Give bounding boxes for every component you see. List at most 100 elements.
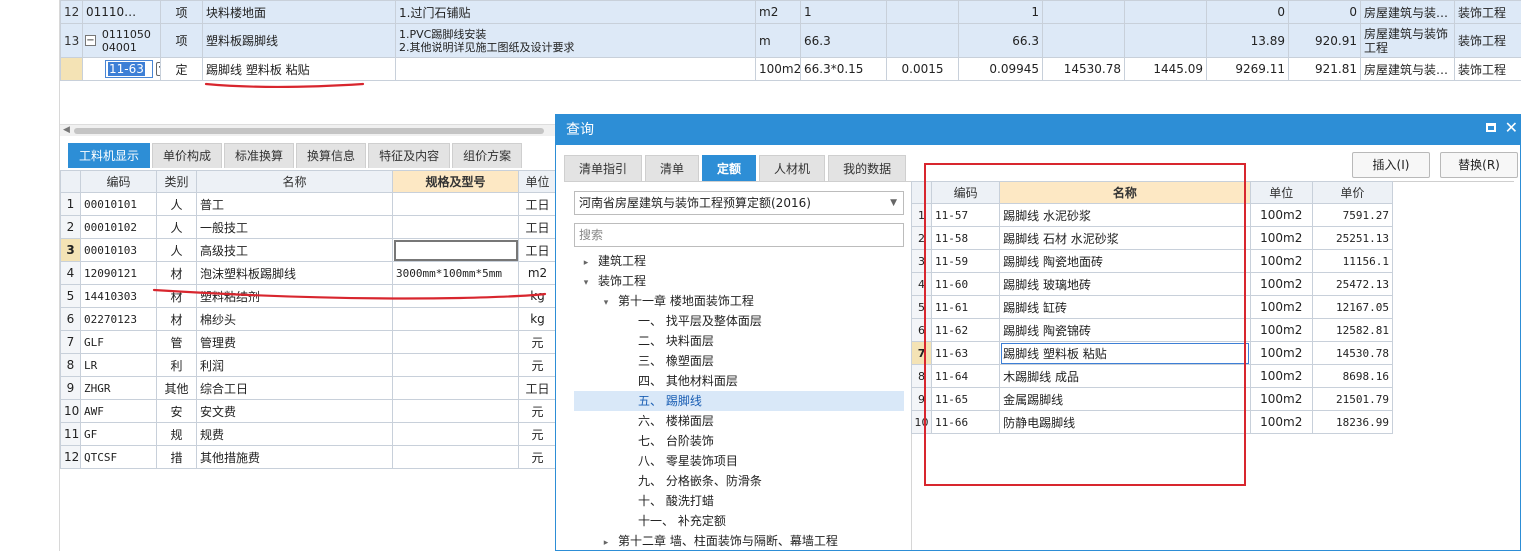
work-cell[interactable]: 装饰工程 <box>1454 0 1521 24</box>
horizontal-scrollbar[interactable]: ◀ <box>60 124 560 136</box>
coef-cell[interactable]: 0.0015 <box>886 57 959 81</box>
spec-cell[interactable] <box>392 376 519 400</box>
unit-cell[interactable]: kg <box>518 307 557 331</box>
category-cell[interactable]: 规 <box>156 422 197 446</box>
profession-cell[interactable]: 房屋建筑与装… <box>1360 57 1455 81</box>
table-row[interactable]: 8 LR 利利润 元 <box>60 353 557 377</box>
table-row[interactable]: 12 01110… 项 块料楼地面 1.过门石铺贴 m2 1 1 0 0 房屋建… <box>60 0 1521 24</box>
unit-cell[interactable]: 100m2 <box>1249 341 1313 365</box>
code-cell[interactable]: QTCSF <box>80 445 157 469</box>
price-cell[interactable]: 21501.79 <box>1311 387 1394 411</box>
collapse-icon[interactable]: − <box>85 35 96 46</box>
category-cell[interactable]: 利 <box>156 353 197 377</box>
header-unit[interactable]: 单位 <box>1249 181 1313 204</box>
category-cell[interactable]: 材 <box>156 261 197 285</box>
coef-cell[interactable] <box>886 0 959 24</box>
spec-cell[interactable]: 3000mm*100mm*5mm <box>392 261 519 285</box>
name-cell[interactable]: 高级技工 <box>196 238 393 262</box>
spec-cell[interactable] <box>392 192 519 216</box>
code-cell[interactable]: 14410303 <box>80 284 157 308</box>
spec-cell[interactable] <box>392 399 519 423</box>
code-cell[interactable]: − 0111050 04001 <box>82 23 161 58</box>
spec-cell[interactable] <box>392 445 519 469</box>
unit-cell[interactable]: 元 <box>518 422 557 446</box>
caret-right-icon[interactable]: ▸ <box>600 533 612 550</box>
price-cell[interactable]: 25251.13 <box>1311 226 1394 250</box>
unit-price-cell[interactable]: 9269.11 <box>1206 57 1289 81</box>
feature-cell[interactable] <box>395 57 756 81</box>
tab-labor-material[interactable]: 工料机显示 <box>68 143 151 168</box>
feature-cell[interactable]: 1.PVC踢脚线安装 2.其他说明详见施工图纸及设计要求 <box>395 23 756 58</box>
name-cell[interactable]: 塑料粘结剂 <box>196 284 393 308</box>
category-cell[interactable]: 措 <box>156 445 197 469</box>
type-cell[interactable]: 项 <box>160 23 203 58</box>
value-cell[interactable] <box>1124 23 1207 58</box>
unit-cell[interactable]: 元 <box>518 445 557 469</box>
unit-cell[interactable]: 100m2 <box>1249 318 1313 342</box>
table-row[interactable]: 6 02270123 材棉纱头 kg <box>60 307 557 331</box>
tab-my-data[interactable]: 我的数据 <box>828 155 907 181</box>
code-cell[interactable]: GLF <box>80 330 157 354</box>
coef-cell[interactable] <box>886 23 959 58</box>
scrollbar-thumb[interactable] <box>74 128 544 134</box>
header-spec[interactable]: 规格及型号 <box>392 170 519 193</box>
total-cell[interactable]: 920.91 <box>1288 23 1361 58</box>
tab-bill-guide[interactable]: 清单指引 <box>564 155 643 181</box>
unit-cell[interactable]: 元 <box>518 353 557 377</box>
header-category[interactable]: 类别 <box>156 170 197 193</box>
unit-cell[interactable]: 元 <box>518 330 557 354</box>
tab-quota[interactable]: 定额 <box>702 155 757 181</box>
unit-cell[interactable]: 100m2 <box>1249 249 1313 273</box>
value-cell[interactable]: 1445.09 <box>1124 57 1207 81</box>
tree-node[interactable]: 一、 找平层及整体面层 <box>574 311 904 331</box>
header-unit[interactable]: 单位 <box>518 170 557 193</box>
tab-features[interactable]: 特征及内容 <box>368 143 451 168</box>
unit-cell[interactable]: 工日 <box>518 376 557 400</box>
unit-cell[interactable]: m2 <box>518 261 557 285</box>
unit-cell[interactable]: 100m2 <box>1249 410 1313 434</box>
category-cell[interactable]: 人 <box>156 238 197 262</box>
price-cell[interactable]: 18236.99 <box>1311 410 1394 434</box>
total-cell[interactable]: 0 <box>1288 0 1361 24</box>
price-cell[interactable]: 25472.13 <box>1311 272 1394 296</box>
price-cell[interactable]: 14530.78 <box>1042 57 1125 81</box>
price-cell[interactable]: 7591.27 <box>1311 203 1394 227</box>
unit-cell[interactable]: 100m2 <box>1249 272 1313 296</box>
qty-expr-cell[interactable]: 66.3*0.15 <box>800 57 887 81</box>
qty-cell[interactable]: 0.09945 <box>958 57 1043 81</box>
price-cell[interactable]: 8698.16 <box>1311 364 1394 388</box>
code-cell[interactable]: 11-63 ⋯ <box>82 57 161 81</box>
header-price[interactable]: 单价 <box>1311 181 1394 204</box>
name-cell[interactable]: 规费 <box>196 422 393 446</box>
type-cell[interactable]: 项 <box>160 0 203 24</box>
code-cell[interactable]: GF <box>80 422 157 446</box>
code-cell[interactable]: ZHGR <box>80 376 157 400</box>
profession-cell[interactable]: 房屋建筑与装饰 工程 <box>1360 23 1455 58</box>
unit-cell[interactable]: 元 <box>518 399 557 423</box>
unit-cell[interactable]: 100m2 <box>1249 203 1313 227</box>
qty-expr-cell[interactable]: 66.3 <box>800 23 887 58</box>
total-cell[interactable]: 921.81 <box>1288 57 1361 81</box>
replace-button[interactable]: 替换(R) <box>1440 152 1518 178</box>
spec-cell[interactable] <box>392 215 519 239</box>
tree-node[interactable]: ▾ 第十一章 楼地面装饰工程 <box>574 291 904 311</box>
more-options-icon[interactable]: ⋯ <box>156 62 160 76</box>
name-cell[interactable]: 综合工日 <box>196 376 393 400</box>
unit-cell[interactable]: 100m2 <box>1249 387 1313 411</box>
table-row[interactable]: 12 QTCSF 措其他措施费 元 <box>60 445 557 469</box>
spec-cell[interactable] <box>392 307 519 331</box>
spec-cell[interactable] <box>392 330 519 354</box>
qty-expr-cell[interactable]: 1 <box>800 0 887 24</box>
unit-cell[interactable]: 工日 <box>518 238 557 262</box>
tab-conversion-info[interactable]: 换算信息 <box>296 143 367 168</box>
unit-cell[interactable]: m2 <box>755 0 801 24</box>
name-cell[interactable]: 安文费 <box>196 399 393 423</box>
price-cell[interactable]: 12167.05 <box>1311 295 1394 319</box>
table-row[interactable]: 3 00010103 人高级技工 工日 <box>60 238 557 262</box>
unit-price-cell[interactable]: 13.89 <box>1206 23 1289 58</box>
name-cell[interactable]: 块料楼地面 <box>202 0 396 24</box>
unit-cell[interactable]: 100m2 <box>1249 295 1313 319</box>
close-icon[interactable]: ✕ <box>1505 118 1518 137</box>
tab-standard-conversion[interactable]: 标准换算 <box>224 143 295 168</box>
caret-down-icon[interactable]: ▾ <box>600 293 612 313</box>
